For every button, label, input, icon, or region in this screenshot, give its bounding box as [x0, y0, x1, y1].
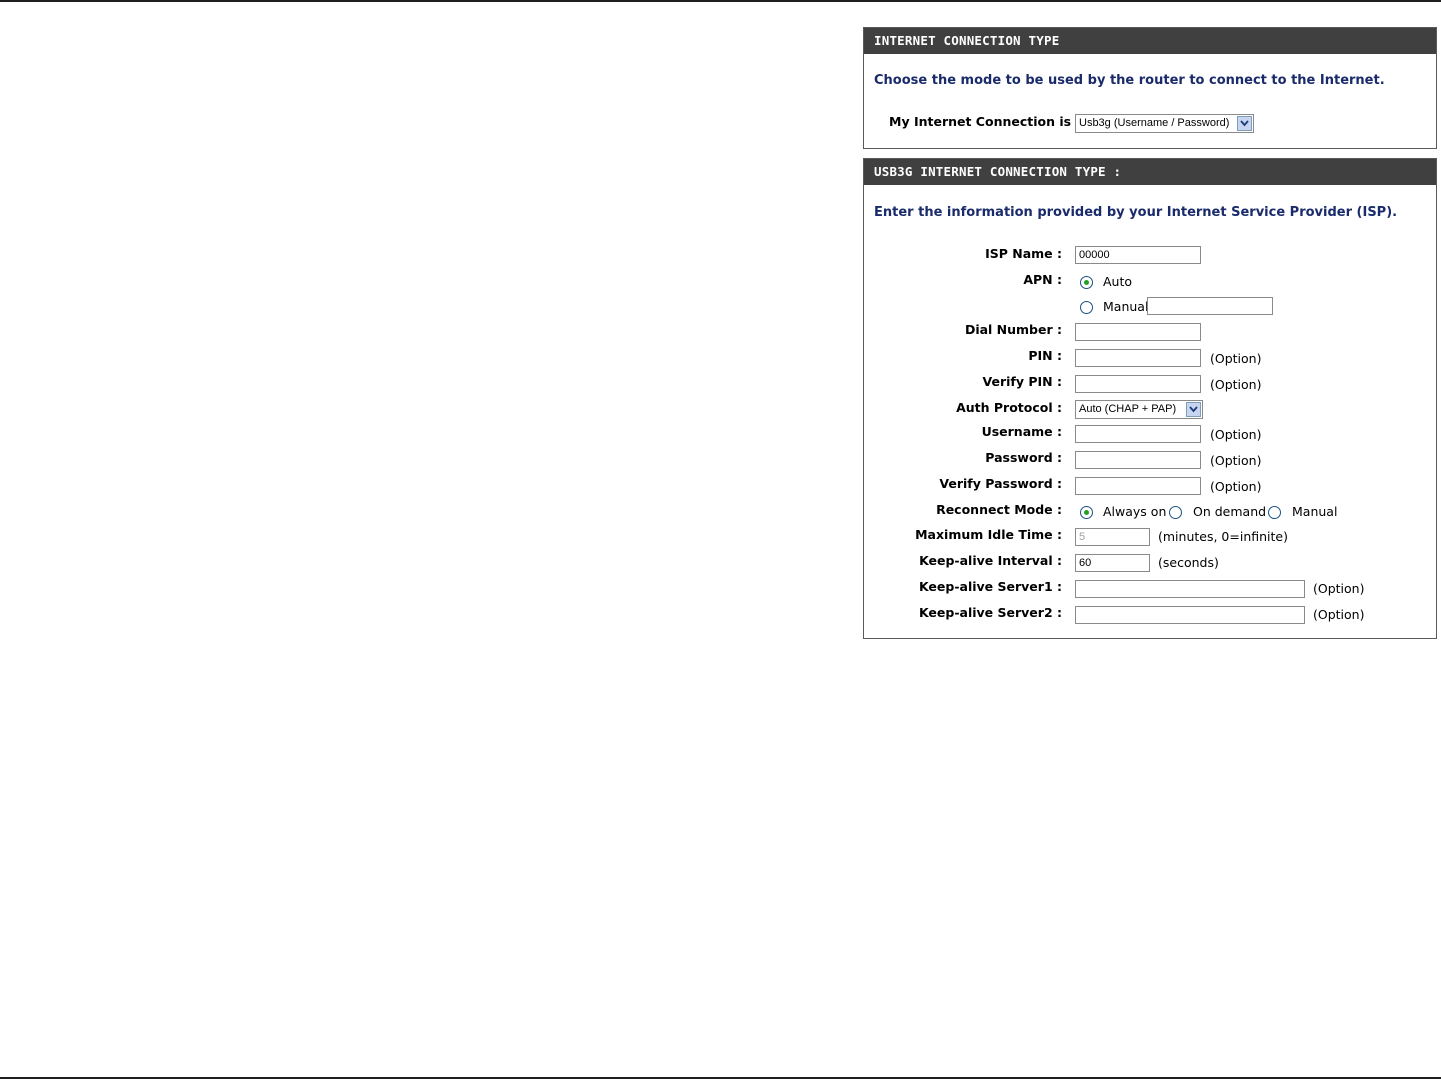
- reconnect-mode-label: Reconnect Mode :: [936, 502, 1062, 517]
- keepalive-interval-input[interactable]: [1075, 554, 1150, 572]
- auth-protocol-select[interactable]: Auto (CHAP + PAP): [1075, 400, 1203, 419]
- chevron-down-icon[interactable]: [1186, 402, 1201, 417]
- keepalive-server1-label: Keep-alive Server1 :: [918, 579, 1062, 594]
- chevron-down-icon[interactable]: [1237, 116, 1252, 131]
- top-rule: [0, 0, 1441, 2]
- pin-label: PIN :: [1028, 348, 1062, 363]
- reconnect-manual-label: Manual: [1292, 504, 1338, 519]
- auth-protocol-value: Auto (CHAP + PAP): [1079, 403, 1177, 415]
- apn-auto-radio[interactable]: [1080, 276, 1093, 289]
- password-option-note: (Option): [1210, 453, 1262, 468]
- reconnect-always-on-label: Always on: [1103, 504, 1167, 519]
- apn-manual-radio[interactable]: [1080, 301, 1093, 314]
- keepalive-server2-label: Keep-alive Server2 :: [918, 605, 1062, 620]
- dial-number-label: Dial Number :: [964, 322, 1062, 337]
- verify-password-input[interactable]: [1075, 477, 1201, 495]
- reconnect-always-on-radio[interactable]: [1080, 506, 1093, 519]
- pin-input[interactable]: [1075, 349, 1201, 367]
- username-label: Username :: [981, 424, 1062, 439]
- max-idle-time-note: (minutes, 0=infinite): [1158, 529, 1288, 544]
- connection-intro-text: Choose the mode to be used by the router…: [874, 73, 1385, 88]
- panel-header: USB3G INTERNET CONNECTION TYPE :: [864, 159, 1436, 185]
- username-input[interactable]: [1075, 425, 1201, 443]
- isp-name-input[interactable]: [1075, 246, 1201, 264]
- internet-connection-type-panel: INTERNET CONNECTION TYPE Choose the mode…: [863, 27, 1437, 149]
- keepalive-interval-label: Keep-alive Interval :: [919, 553, 1062, 568]
- auth-protocol-label: Auth Protocol :: [956, 400, 1062, 415]
- keepalive-server2-option-note: (Option): [1313, 607, 1365, 622]
- reconnect-manual-radio[interactable]: [1268, 506, 1281, 519]
- isp-name-label: ISP Name :: [985, 246, 1062, 261]
- pin-option-note: (Option): [1210, 351, 1262, 366]
- usb3g-connection-panel: USB3G INTERNET CONNECTION TYPE : Enter t…: [863, 158, 1437, 639]
- usb3g-intro-text: Enter the information provided by your I…: [874, 205, 1398, 220]
- connection-type-value: Usb3g (Username / Password): [1079, 117, 1230, 129]
- keepalive-server1-option-note: (Option): [1313, 581, 1365, 596]
- verify-pin-label: Verify PIN :: [982, 374, 1062, 389]
- verify-password-label: Verify Password :: [939, 476, 1062, 491]
- panel-header: INTERNET CONNECTION TYPE: [864, 28, 1436, 54]
- apn-label: APN :: [1023, 272, 1062, 287]
- keepalive-interval-note: (seconds): [1158, 555, 1219, 570]
- apn-manual-label: Manual: [1103, 299, 1149, 314]
- reconnect-on-demand-radio[interactable]: [1169, 506, 1182, 519]
- dial-number-input[interactable]: [1075, 323, 1201, 341]
- apn-manual-input[interactable]: [1147, 297, 1273, 315]
- verify-pin-option-note: (Option): [1210, 377, 1262, 392]
- verify-pin-input[interactable]: [1075, 375, 1201, 393]
- username-option-note: (Option): [1210, 427, 1262, 442]
- keepalive-server1-input[interactable]: [1075, 580, 1305, 598]
- my-connection-label: My Internet Connection is :: [889, 114, 1081, 129]
- bottom-rule: [0, 1077, 1441, 1079]
- max-idle-time-label: Maximum Idle Time :: [915, 527, 1062, 542]
- password-input[interactable]: [1075, 451, 1201, 469]
- keepalive-server2-input[interactable]: [1075, 606, 1305, 624]
- password-label: Password :: [985, 450, 1062, 465]
- max-idle-time-input[interactable]: [1075, 528, 1150, 546]
- reconnect-on-demand-label: On demand: [1193, 504, 1267, 519]
- verify-password-option-note: (Option): [1210, 479, 1262, 494]
- apn-auto-label: Auto: [1103, 274, 1133, 289]
- connection-type-select[interactable]: Usb3g (Username / Password): [1075, 114, 1254, 133]
